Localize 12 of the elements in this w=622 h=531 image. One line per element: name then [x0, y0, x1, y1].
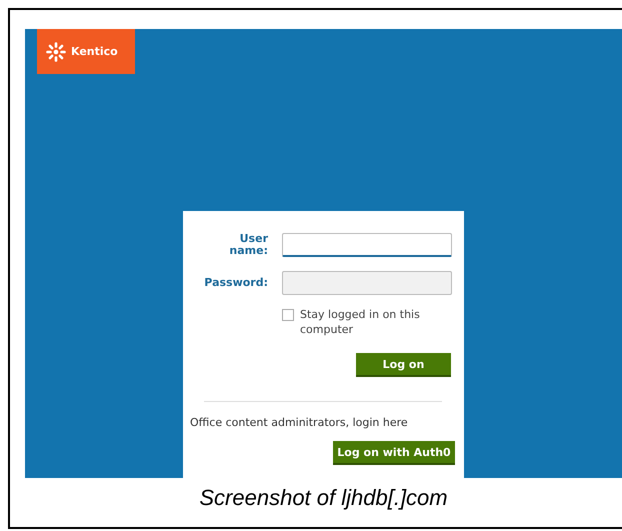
admin-text: Office content adminitrators, login here: [190, 416, 409, 429]
username-field[interactable]: [282, 233, 452, 257]
caption: Screenshot of ljhdb[.]com: [198, 485, 449, 511]
password-label: Password:: [204, 277, 268, 289]
logo-text: Kentico: [71, 45, 118, 58]
password-field[interactable]: [282, 271, 452, 295]
log-on-button[interactable]: Log on: [356, 353, 451, 377]
auth0-button[interactable]: Log on with Auth0: [333, 441, 455, 465]
checkbox-label: Stay logged in on this computer: [300, 307, 421, 337]
username-label: User name:: [228, 233, 268, 257]
logo-icon: [46, 42, 66, 62]
checkbox[interactable]: [282, 309, 294, 321]
